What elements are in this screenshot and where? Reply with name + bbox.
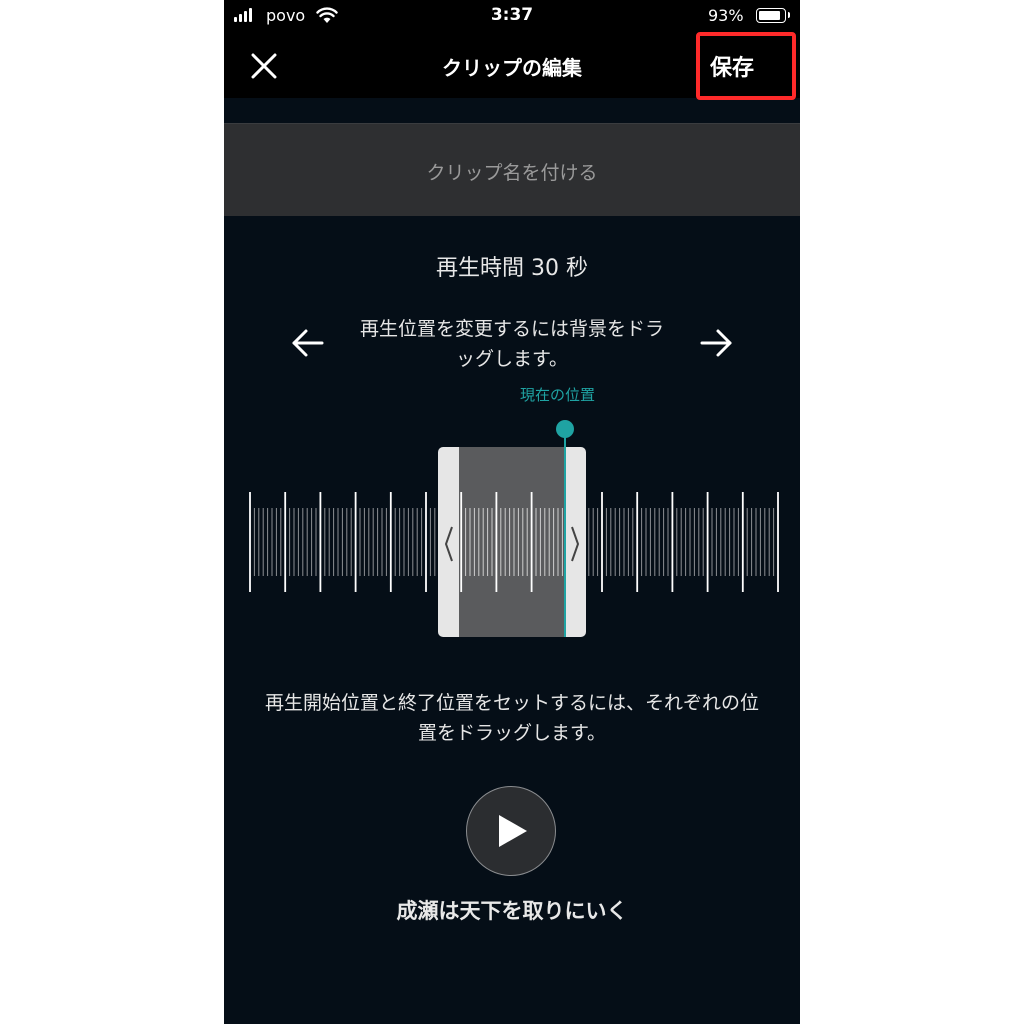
status-bar: povo 3:37 93% [224, 0, 800, 32]
phone-screen: povo 3:37 93% クリップの編集 保存 クリップ名を付ける 再生時間 … [224, 0, 800, 1024]
arrow-left-icon[interactable] [290, 325, 326, 361]
duration-text: 再生時間 30 秒 [436, 256, 588, 281]
instruction-top: 再生位置を変更するには背景をドラッグします。 [359, 318, 664, 370]
battery-percent: 93% [708, 6, 744, 25]
save-highlight: 保存 [696, 32, 796, 100]
selection-range[interactable] [438, 447, 586, 637]
playhead-knob[interactable] [556, 420, 574, 438]
clip-name-placeholder[interactable]: クリップ名を付ける [224, 158, 800, 185]
battery-icon [756, 8, 790, 23]
arrow-right-icon[interactable] [698, 325, 734, 361]
save-button[interactable]: 保存 [710, 50, 754, 82]
battery-fill [759, 11, 781, 20]
nav-bar: クリップの編集 保存 [224, 32, 800, 100]
play-button[interactable] [466, 786, 556, 876]
episode-title: 成瀬は天下を取りにいく [396, 899, 628, 923]
instruction-bottom: 再生開始位置と終了位置をセットするには、それぞれの位置をドラッグします。 [264, 692, 759, 744]
current-position-label: 現在の位置 [520, 386, 596, 404]
play-icon [499, 815, 527, 847]
timeline-scrubber[interactable] [224, 410, 800, 650]
clip-name-field[interactable]: クリップ名を付ける [224, 123, 800, 216]
